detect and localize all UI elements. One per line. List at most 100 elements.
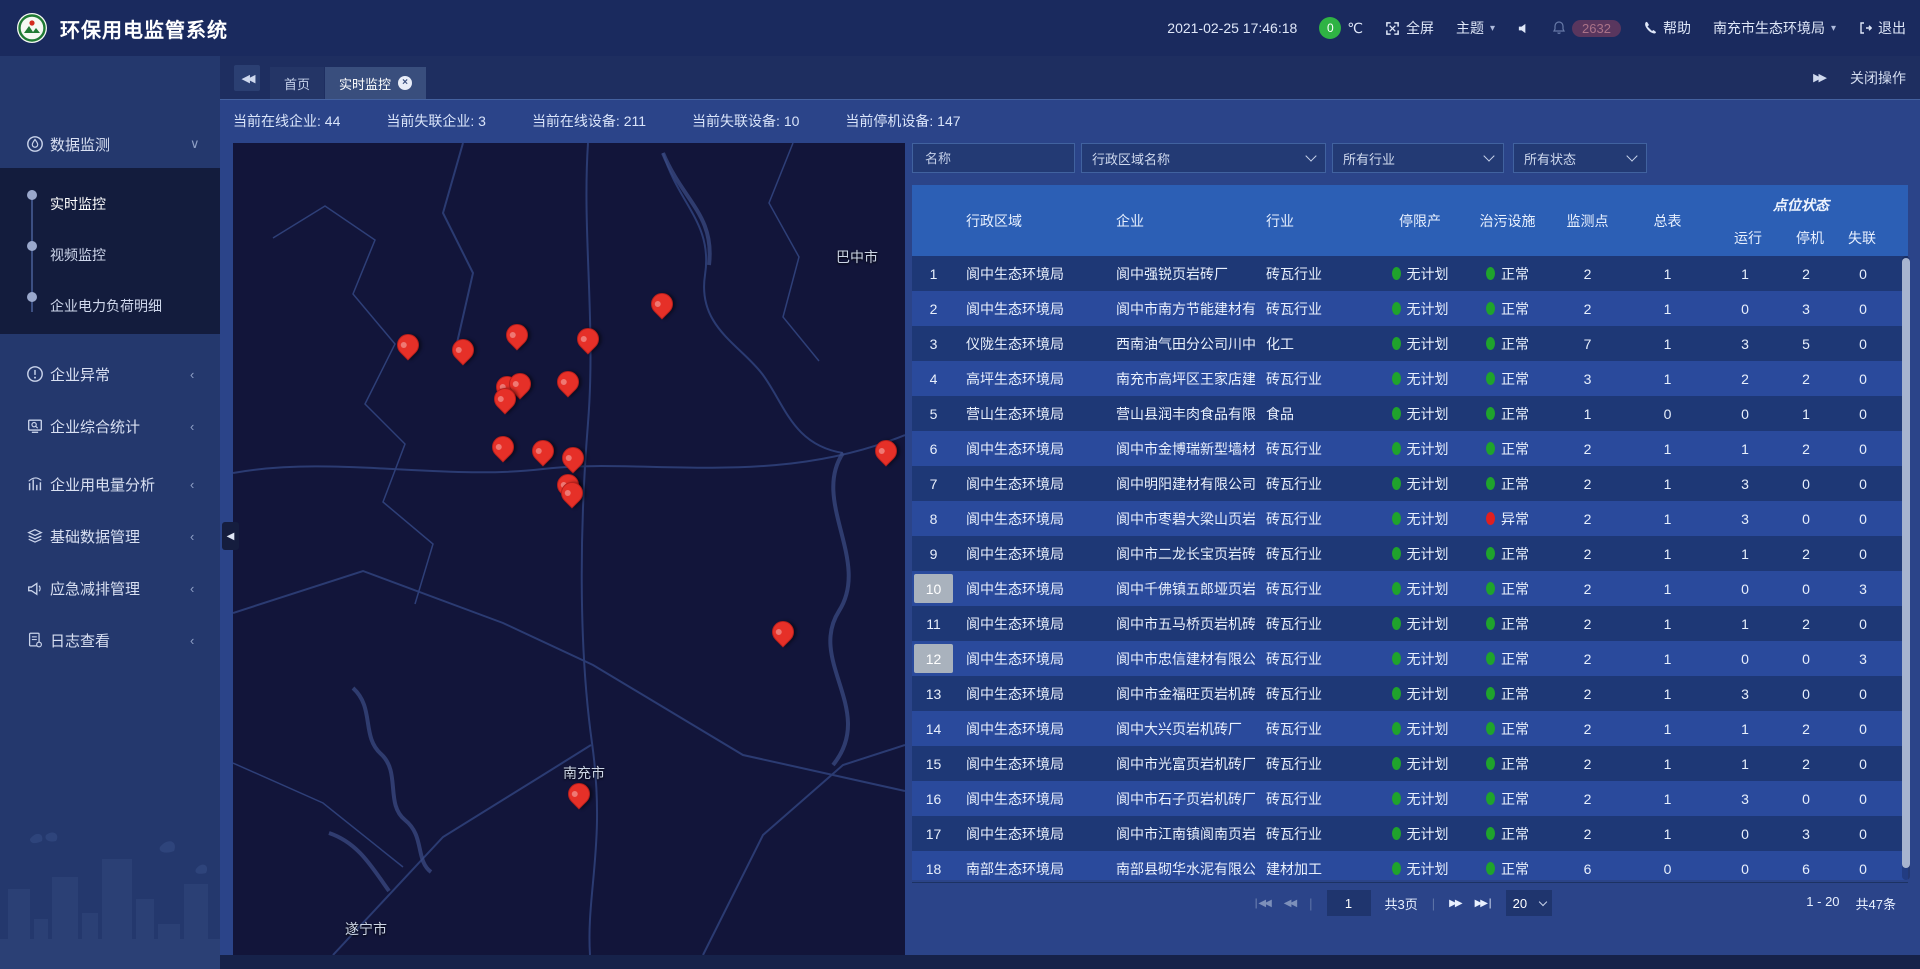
cell-limit: 无计划 (1375, 431, 1465, 466)
sidebar-subitem-1[interactable]: 实时监控 (0, 190, 220, 210)
name-filter-input[interactable] (923, 150, 1064, 167)
table-row[interactable]: 18南部生态环境局南部县砌华水泥有限公建材加工无计划正常60060 (912, 851, 1908, 880)
cell-facility: 异常 (1465, 501, 1550, 536)
sidebar-subitem-2[interactable]: 视频监控 (0, 241, 220, 261)
chevron-down-icon (1626, 150, 1637, 161)
total-count-label: 共47条 (1856, 894, 1896, 913)
row-number: 17 (914, 819, 953, 848)
cell-region: 阆中生态环境局 (955, 816, 1105, 851)
sidebar-group-7[interactable]: 日志查看‹ (0, 620, 220, 660)
cell-limit: 无计划 (1375, 641, 1465, 676)
stats-icon (26, 417, 44, 435)
last-page-button[interactable]: ▶▶❘ (1475, 898, 1493, 909)
map-collapse-button[interactable]: ◀ (222, 522, 239, 550)
table-row[interactable]: 16阆中生态环境局阆中市石子页岩机砖厂砖瓦行业无计划正常21300 (912, 781, 1908, 816)
tabs-scroll-left-button[interactable]: ◀◀ (234, 65, 260, 91)
help-button[interactable]: 帮助 (1643, 18, 1691, 38)
cell-industry: 砖瓦行业 (1255, 291, 1375, 326)
cell-lost: 0 (1832, 711, 1908, 746)
sidebar-group-2[interactable]: 企业异常‹ (0, 354, 220, 394)
timeline-dot-icon (27, 292, 37, 302)
sidebar-group-3[interactable]: 企业综合统计‹ (0, 406, 220, 446)
exit-icon (1858, 21, 1872, 35)
table-row[interactable]: 11阆中生态环境局阆中市五马桥页岩机砖砖瓦行业无计划正常21120 (912, 606, 1908, 641)
table-row[interactable]: 1阆中生态环境局阆中强锐页岩砖厂砖瓦行业无计划正常21120 (912, 256, 1908, 291)
status-dot-icon (1392, 512, 1401, 525)
page-number-input[interactable]: 1 (1327, 890, 1371, 916)
table-row[interactable]: 17阆中生态环境局阆中市江南镇阆南页岩砖瓦行业无计划正常21030 (912, 816, 1908, 851)
cell-region: 营山生态环境局 (955, 396, 1105, 431)
tab-2[interactable]: 实时监控× (325, 67, 426, 99)
row-number: 1 (914, 259, 953, 288)
fullscreen-button[interactable]: 全屏 (1385, 18, 1434, 38)
tabs-scroll-right-button[interactable]: ▶▶ (1813, 71, 1824, 84)
industry-filter-select[interactable]: 所有行业 (1332, 143, 1504, 173)
cell-meter: 1 (1625, 536, 1710, 571)
logout-button[interactable]: 退出 (1858, 18, 1906, 38)
cell-limit: 无计划 (1375, 536, 1465, 571)
cell-limit: 无计划 (1375, 291, 1465, 326)
cell-stop: 3 (1780, 816, 1832, 851)
tab-bar: ◀◀ 首页实时监控× ▶▶ 关闭操作 (220, 56, 1920, 99)
chevron-left-icon: ‹ (190, 529, 194, 544)
status-filter-select[interactable]: 所有状态 (1513, 143, 1647, 173)
user-dropdown[interactable]: 南充市生态环境局▾ (1713, 18, 1836, 38)
cell-industry: 化工 (1255, 326, 1375, 361)
sidebar-subitem-3[interactable]: 企业电力负荷明细 (0, 292, 220, 312)
table-row[interactable]: 2阆中生态环境局阆中市南方节能建材有砖瓦行业无计划正常21030 (912, 291, 1908, 326)
sidebar-group-data-monitor[interactable]: 数据监测 ∨ (0, 124, 220, 164)
table-row[interactable]: 5营山生态环境局营山县润丰肉食品有限食品无计划正常10010 (912, 396, 1908, 431)
row-number: 9 (914, 539, 953, 568)
timeline-dot-icon (27, 241, 37, 251)
table-row[interactable]: 7阆中生态环境局阆中明阳建材有限公司砖瓦行业无计划正常21300 (912, 466, 1908, 501)
next-page-button[interactable]: ▶▶ (1449, 898, 1460, 909)
theme-dropdown[interactable]: 主题▾ (1456, 18, 1495, 38)
cell-stop: 2 (1780, 536, 1832, 571)
table-row[interactable]: 15阆中生态环境局阆中市光富页岩机砖厂砖瓦行业无计划正常21120 (912, 746, 1908, 781)
table-row[interactable]: 4高坪生态环境局南充市高坪区王家店建砖瓦行业无计划正常31220 (912, 361, 1908, 396)
sidebar-group-6[interactable]: 应急减排管理‹ (0, 568, 220, 608)
cell-run: 3 (1710, 466, 1780, 501)
cell-company: 南充市高坪区王家店建 (1105, 361, 1255, 396)
cell-run: 0 (1710, 851, 1780, 880)
scrollbar-thumb[interactable] (1902, 258, 1910, 868)
cell-region: 阆中生态环境局 (955, 781, 1105, 816)
map-panel[interactable]: 巴中市南充市遂宁市 (233, 143, 905, 955)
table-row[interactable]: 12阆中生态环境局阆中市忠信建材有限公砖瓦行业无计划正常21003 (912, 641, 1908, 676)
mute-button[interactable] (1517, 22, 1530, 35)
first-page-button[interactable]: ❘◀◀ (1252, 898, 1270, 909)
cell-run: 0 (1710, 816, 1780, 851)
status-dot-icon (1486, 757, 1495, 770)
status-dot-icon (1392, 582, 1401, 595)
table-scrollbar[interactable] (1902, 256, 1910, 880)
cell-region: 阆中生态环境局 (955, 501, 1105, 536)
table-row[interactable]: 6阆中生态环境局阆中市金博瑞新型墙材砖瓦行业无计划正常21120 (912, 431, 1908, 466)
chevron-down-icon (1539, 898, 1547, 906)
cell-industry: 食品 (1255, 396, 1375, 431)
cell-lost: 0 (1832, 501, 1908, 536)
stats-bar: 当前在线企业: 44当前失联企业: 3当前在线设备: 211当前失联设备: 10… (233, 100, 1433, 142)
cell-meter: 0 (1625, 851, 1710, 880)
prev-page-button[interactable]: ◀◀ (1284, 898, 1295, 909)
map-roads (233, 143, 905, 955)
cell-region: 阆中生态环境局 (955, 606, 1105, 641)
region-filter-select[interactable]: 行政区域名称 (1081, 143, 1326, 173)
table-row[interactable]: 14阆中生态环境局阆中大兴页岩机砖厂砖瓦行业无计划正常21120 (912, 711, 1908, 746)
cell-meter: 1 (1625, 256, 1710, 291)
table-row[interactable]: 9阆中生态环境局阆中市二龙长宝页岩砖砖瓦行业无计划正常21120 (912, 536, 1908, 571)
sidebar-group-4[interactable]: 企业用电量分析‹ (0, 464, 220, 504)
cell-facility: 正常 (1465, 781, 1550, 816)
sidebar-group-5[interactable]: 基础数据管理‹ (0, 516, 220, 556)
cell-facility: 正常 (1465, 606, 1550, 641)
tab-close-icon[interactable]: × (398, 76, 412, 90)
table-row[interactable]: 3仪陇生态环境局西南油气田分公司川中化工无计划正常71350 (912, 326, 1908, 361)
table-row[interactable]: 8阆中生态环境局阆中市枣碧大梁山页岩砖瓦行业无计划异常21300 (912, 501, 1908, 536)
close-operations-button[interactable]: 关闭操作 (1850, 68, 1906, 88)
status-dot-icon (1392, 722, 1401, 735)
table-row[interactable]: 10阆中生态环境局阆中千佛镇五郎垭页岩砖瓦行业无计划正常21003 (912, 571, 1908, 606)
table-row[interactable]: 13阆中生态环境局阆中市金福旺页岩机砖砖瓦行业无计划正常21300 (912, 676, 1908, 711)
page-size-select[interactable]: 20 (1506, 890, 1552, 916)
app-root: 环保用电监管系统 2021-02-25 17:46:18 0 ℃ 全屏 主题▾ (0, 0, 1920, 969)
tab-1[interactable]: 首页 (270, 67, 324, 99)
notifications-button[interactable]: 2632 (1552, 20, 1621, 37)
